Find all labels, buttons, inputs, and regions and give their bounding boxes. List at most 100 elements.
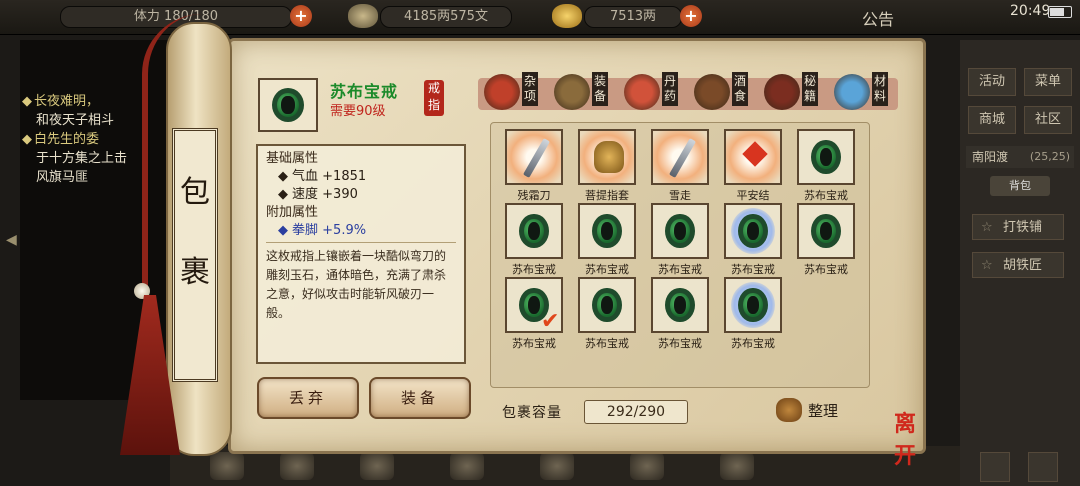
blue-ring-icon [731, 282, 775, 328]
npc-label: 胡铁匠 [1003, 258, 1043, 273]
item-name-label: 苏布宝戒 [804, 189, 848, 202]
add-stamina-button[interactable]: + [290, 5, 312, 27]
item-name-label: 苏布宝戒 [658, 263, 702, 276]
leave-button[interactable]: 离开 [894, 406, 934, 469]
item-name-label: 苏布宝戒 [585, 263, 629, 276]
weapon-icon [554, 74, 590, 110]
add-gold-button[interactable]: + [680, 5, 702, 27]
green-ring-icon [585, 208, 629, 254]
attr-row: ◆ 拳脚 +5.9% [278, 223, 367, 238]
money-display: 4185两575文 [380, 6, 512, 28]
equip-button[interactable]: 装备 [369, 377, 471, 419]
blue-ring-icon [731, 208, 775, 254]
item-slot [505, 129, 563, 185]
item-name-label: 苏布宝戒 [731, 337, 775, 350]
bag-tab[interactable]: 背包 [990, 176, 1050, 196]
item-slot [651, 129, 709, 185]
shop-button[interactable]: 商城 [968, 106, 1016, 134]
inventory-item[interactable]: 苏布宝戒 [797, 129, 855, 202]
inventory-item[interactable]: 苏布宝戒 [797, 203, 855, 276]
checkmark-icon: ✔ [541, 309, 560, 334]
inventory-item[interactable]: 菩提指套 [578, 129, 636, 202]
item-slot: ✔ [505, 277, 563, 334]
book-icon [764, 74, 800, 110]
base-attr-title: 基础属性 [266, 151, 319, 166]
inventory-item[interactable]: 残霜刀 [505, 129, 563, 202]
activity-button[interactable]: 活动 [968, 68, 1016, 96]
item-type-tag: 戒指 [424, 80, 444, 116]
scroll-label: 包 裹 [172, 128, 218, 382]
dock-icon[interactable] [540, 452, 574, 480]
green-ring-icon [658, 208, 702, 254]
tab-books[interactable]: 秘籍 [760, 70, 828, 118]
item-name-label: 菩提指套 [585, 189, 629, 202]
tab-materials[interactable]: 材料 [830, 70, 898, 118]
tab-food[interactable]: 酒食 [690, 70, 758, 118]
dock-icon[interactable] [360, 452, 394, 480]
tab-label: 秘籍 [802, 72, 818, 106]
sort-button[interactable]: 整理 [772, 394, 850, 426]
blade-icon [522, 138, 551, 178]
tab-misc[interactable]: 杂项 [480, 70, 548, 118]
collapse-arrow-icon[interactable]: ◀ [6, 232, 17, 248]
green-ring-icon [585, 282, 629, 328]
green-ring-icon [512, 208, 556, 254]
tab-label: 材料 [872, 72, 888, 106]
dock-icon[interactable] [280, 452, 314, 480]
inventory-item[interactable]: 苏布宝戒 [578, 277, 636, 350]
green-ring-icon [804, 134, 848, 180]
clock: 20:49 [1010, 3, 1051, 19]
discard-button[interactable]: 丢弃 [257, 377, 359, 419]
tab-equipment[interactable]: 装备 [550, 70, 618, 118]
inventory-item[interactable]: 雪走 [651, 129, 709, 202]
extra-attr-title: 附加属性 [266, 205, 319, 220]
community-button[interactable]: 社区 [1024, 106, 1072, 134]
capacity-label: 包裹容量 [502, 405, 562, 421]
item-slot [578, 129, 636, 185]
item-name-label: 苏布宝戒 [585, 337, 629, 350]
item-name-label: 平安结 [736, 189, 770, 202]
item-slot [797, 203, 855, 259]
dock-icon[interactable] [450, 452, 484, 480]
npc-blacksmith-hu[interactable]: ☆ 胡铁匠 [972, 252, 1064, 278]
inventory-item[interactable]: 苏布宝戒 [724, 203, 782, 276]
selected-item-slot [258, 78, 318, 132]
battery-icon [1048, 6, 1072, 18]
silver-coin-icon [348, 4, 378, 28]
item-grid: 残霜刀 菩提指套 雪走 平安结 苏布宝戒 苏布宝戒 苏布宝戒 苏布宝戒 苏布宝戒 苏布宝戒 ✔ 苏布宝… [490, 122, 870, 388]
item-name-label: 苏布宝戒 [512, 337, 556, 350]
attr-row: ◆ 气血 +1851 [278, 169, 367, 184]
item-name-label: 残霜刀 [517, 189, 551, 202]
inventory-item[interactable]: 苏布宝戒 [724, 277, 782, 350]
npc-blacksmith-shop[interactable]: ☆ 打铁铺 [972, 214, 1064, 240]
inventory-item[interactable]: 苏布宝戒 [505, 203, 563, 276]
tab-label: 杂项 [522, 72, 538, 106]
item-slot [578, 277, 636, 333]
glove-icon [594, 141, 624, 173]
inventory-item[interactable]: 苏布宝戒 [651, 203, 709, 276]
gold-display: 7513两 [584, 6, 682, 28]
bag-icon [776, 398, 802, 422]
dock-button[interactable] [1028, 452, 1058, 482]
item-requirement: 需要90级 [330, 104, 386, 119]
inventory-item[interactable]: 苏布宝戒 [651, 277, 709, 350]
item-slot [505, 203, 563, 259]
dock-icon[interactable] [210, 452, 244, 480]
inventory-item[interactable]: ✔ 苏布宝戒 [505, 277, 563, 350]
inventory-item[interactable]: 苏布宝戒 [578, 203, 636, 276]
dock-icon[interactable] [720, 452, 754, 480]
item-slot [651, 277, 709, 333]
item-name-label: 苏布宝戒 [512, 263, 556, 276]
menu-button[interactable]: 菜单 [1024, 68, 1072, 96]
attribute-box: 基础属性 ◆ 气血 +1851 ◆ 速度 +390 附加属性 ◆ 拳脚 +5.9% 这… [256, 144, 466, 364]
divider [266, 242, 456, 243]
tab-label: 装备 [592, 72, 608, 106]
dock-button[interactable] [980, 452, 1010, 482]
notice-button[interactable]: 公告 [862, 6, 894, 30]
item-name-label: 苏布宝戒 [658, 337, 702, 350]
inventory-item[interactable]: 平安结 [724, 129, 782, 202]
item-slot [724, 203, 782, 259]
dock-icon[interactable] [630, 452, 664, 480]
item-slot [797, 129, 855, 185]
tab-pills[interactable]: 丹药 [620, 70, 688, 118]
